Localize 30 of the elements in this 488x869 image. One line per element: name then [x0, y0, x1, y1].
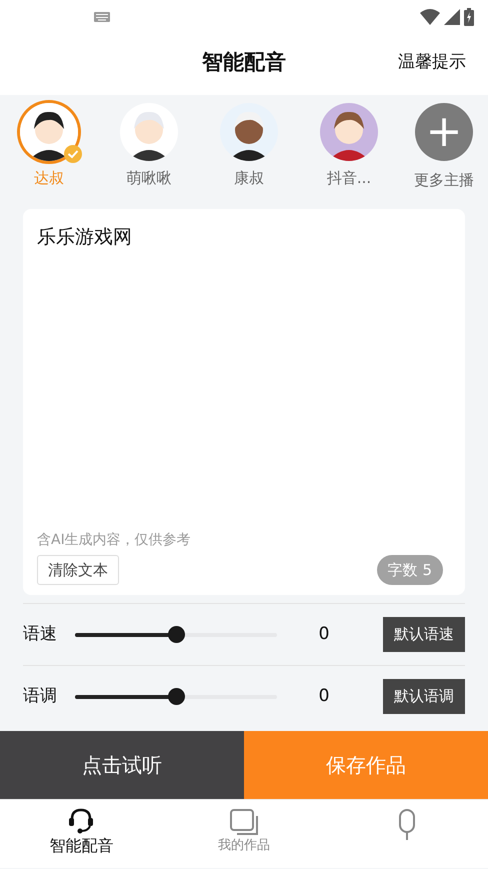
tab[interactable]: 智能配音	[0, 800, 163, 868]
speed-label: 语速	[23, 622, 58, 646]
signal-icon	[444, 9, 460, 25]
slider-value: 0	[318, 622, 330, 646]
reset-button[interactable]: 默认语调	[383, 679, 465, 714]
clear-text-button[interactable]: 清除文本	[37, 554, 119, 585]
slider-value: 0	[318, 684, 330, 708]
check-badge-icon	[64, 145, 82, 163]
preview-button[interactable]: 点击试听	[0, 731, 244, 799]
slider-thumb[interactable]	[168, 688, 184, 705]
avatar-icon	[20, 103, 78, 161]
slider-thumb[interactable]	[168, 626, 184, 643]
text-input-field[interactable]: 乐乐游戏网	[23, 209, 465, 530]
layers-icon	[229, 808, 259, 836]
character-count: 字数 5	[376, 554, 443, 585]
tips-link[interactable]: 温馨提示	[398, 50, 466, 76]
more-voices-label: 更多主播	[414, 170, 474, 191]
wifi-icon	[420, 9, 440, 25]
pitch-label: 语调	[23, 684, 58, 708]
voice-item[interactable]: 萌啾啾	[114, 103, 184, 205]
keyboard-icon	[94, 12, 110, 22]
voice-item[interactable]: 康叔	[214, 103, 284, 205]
voice-item[interactable]: 抖音...	[314, 103, 384, 205]
battery-icon	[464, 8, 474, 26]
page-title: 智能配音	[202, 49, 286, 76]
ai-notice: 含AI生成内容，仅供参考	[37, 530, 192, 550]
reset-button[interactable]: 默认语速	[383, 617, 465, 652]
tab[interactable]: 我的作品	[162, 800, 326, 868]
add-voice-button[interactable]: +	[415, 103, 473, 161]
microphone-icon	[396, 808, 417, 842]
